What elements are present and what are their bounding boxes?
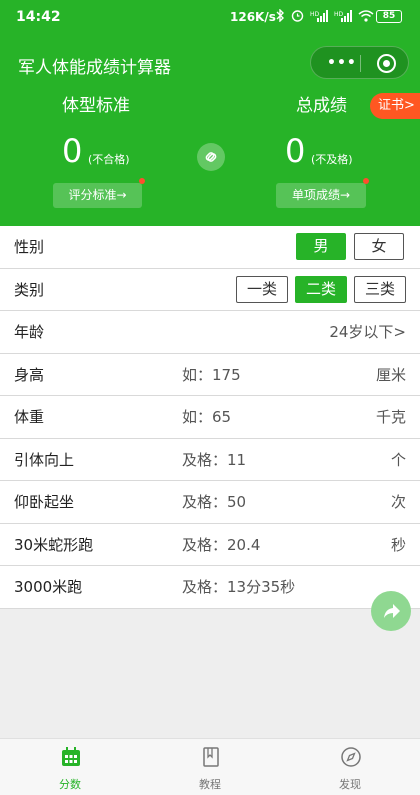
status-bar: 14:42 126K/s HD HD 85 bbox=[0, 0, 420, 34]
tab-discover-label: 发现 bbox=[339, 778, 361, 791]
tab-scores[interactable]: 分数 bbox=[0, 739, 140, 795]
snake-run-input[interactable]: 及格：20.4 bbox=[182, 524, 260, 566]
situp-label: 仰卧起坐 bbox=[14, 493, 75, 511]
run3000-input[interactable]: 及格：13分35秒 bbox=[182, 566, 295, 608]
network-speed: 126K/s bbox=[230, 10, 276, 24]
capsule-divider bbox=[360, 55, 361, 72]
age-label: 年龄 bbox=[14, 323, 45, 341]
run3000-row: 3000米跑 及格：13分35秒 bbox=[0, 566, 420, 609]
situp-input[interactable]: 及格：50 bbox=[182, 481, 246, 523]
run3000-label: 3000米跑 bbox=[14, 578, 83, 596]
height-row: 身高 如：175 厘米 bbox=[0, 354, 420, 396]
total-score-note: (不及格) bbox=[311, 153, 353, 166]
signal-hd-icon: HD bbox=[334, 9, 352, 25]
body-standard-score: 0 bbox=[62, 132, 83, 170]
weight-row: 体重 如：65 千克 bbox=[0, 396, 420, 439]
category-three-option[interactable]: 三类 bbox=[354, 275, 406, 303]
svg-text:HD: HD bbox=[334, 11, 344, 18]
age-picker[interactable]: 24岁以下> bbox=[329, 311, 406, 353]
notification-dot bbox=[139, 178, 145, 184]
gender-row: 性别 男 女 bbox=[0, 226, 420, 269]
mini-program-capsule: ••• bbox=[310, 46, 409, 79]
weight-unit: 千克 bbox=[375, 408, 406, 426]
more-dots-icon[interactable]: ••• bbox=[327, 55, 357, 71]
gender-male-option[interactable]: 男 bbox=[296, 233, 346, 260]
target-circle-icon[interactable] bbox=[377, 54, 396, 73]
pullup-row: 引体向上 及格：11 个 bbox=[0, 439, 420, 481]
body-standard-title: 体型标准 bbox=[62, 96, 130, 116]
total-score-title: 总成绩 bbox=[296, 96, 347, 116]
signal-hd-icon: HD bbox=[310, 9, 328, 25]
tab-discover[interactable]: 发现 bbox=[280, 739, 420, 795]
battery-indicator: 85 bbox=[376, 10, 402, 23]
category-label: 类别 bbox=[14, 280, 45, 299]
share-button[interactable] bbox=[371, 591, 411, 631]
input-form: 性别 男 女 类别 一类 二类 三类 年龄 24岁以下> 身高 如：175 厘米… bbox=[0, 226, 420, 609]
weight-label: 体重 bbox=[14, 408, 45, 426]
snake-run-label: 30米蛇形跑 bbox=[14, 535, 94, 554]
pullup-unit: 个 bbox=[390, 450, 406, 469]
tab-bar: 分数 教程 发现 bbox=[0, 738, 420, 795]
weight-input[interactable]: 如：65 bbox=[182, 396, 231, 438]
situp-row: 仰卧起坐 及格：50 次 bbox=[0, 481, 420, 524]
category-row: 类别 一类 二类 三类 bbox=[0, 269, 420, 311]
body-standard-note: (不合格) bbox=[88, 153, 130, 166]
age-row[interactable]: 年龄 24岁以下> bbox=[0, 311, 420, 354]
total-score: 0 bbox=[285, 132, 306, 170]
status-time: 14:42 bbox=[16, 9, 61, 25]
snake-run-unit: 秒 bbox=[390, 535, 406, 554]
category-two-option[interactable]: 二类 bbox=[295, 275, 347, 303]
height-unit: 厘米 bbox=[375, 365, 406, 384]
calendar-icon bbox=[62, 747, 80, 766]
certificate-button[interactable]: 证书> bbox=[370, 93, 420, 119]
pullup-input[interactable]: 及格：11 bbox=[182, 439, 246, 481]
link-icon[interactable] bbox=[197, 143, 225, 171]
height-label: 身高 bbox=[14, 365, 45, 384]
compass-icon bbox=[341, 747, 361, 767]
wifi-icon bbox=[358, 9, 374, 25]
alarm-icon bbox=[291, 9, 304, 25]
scoring-standard-button[interactable]: 评分标准→ bbox=[53, 183, 142, 208]
height-input[interactable]: 如：175 bbox=[182, 354, 241, 396]
status-icons: HD HD bbox=[276, 8, 374, 25]
app-title: 军人体能成绩计算器 bbox=[18, 58, 171, 78]
tab-scores-label: 分数 bbox=[59, 778, 81, 791]
share-arrow-icon bbox=[384, 604, 400, 618]
svg-text:HD: HD bbox=[310, 11, 320, 18]
notification-dot bbox=[363, 178, 369, 184]
pullup-label: 引体向上 bbox=[14, 450, 75, 469]
tab-tutorial[interactable]: 教程 bbox=[140, 739, 280, 795]
gender-label: 性别 bbox=[14, 238, 45, 256]
bluetooth-icon bbox=[276, 8, 285, 25]
situp-unit: 次 bbox=[390, 493, 406, 511]
gender-female-option[interactable]: 女 bbox=[354, 233, 404, 260]
tab-tutorial-label: 教程 bbox=[199, 778, 221, 791]
snake-run-row: 30米蛇形跑 及格：20.4 秒 bbox=[0, 524, 420, 566]
item-scores-button[interactable]: 单项成绩→ bbox=[276, 183, 366, 208]
book-icon bbox=[203, 747, 219, 767]
category-one-option[interactable]: 一类 bbox=[236, 275, 288, 303]
header: 14:42 126K/s HD HD 85 军人体能成绩计算器 ••• 体型标准… bbox=[0, 0, 420, 226]
